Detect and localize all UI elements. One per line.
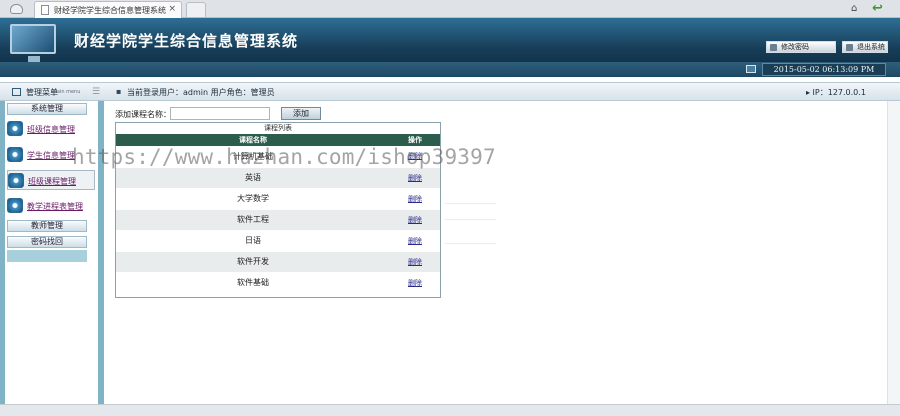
sidebar-item-label: 班级信息管理 xyxy=(27,125,75,134)
screen-icon xyxy=(746,65,756,73)
vertical-scrollbar[interactable] xyxy=(887,101,900,404)
course-name-cell: 软件开发 xyxy=(116,251,390,273)
course-name-input[interactable] xyxy=(170,107,270,120)
operation-cell: 删除 xyxy=(390,209,440,231)
exit-icon xyxy=(846,44,853,51)
delete-link[interactable]: 删除 xyxy=(408,258,422,266)
menu-icon xyxy=(12,88,21,96)
menu-subtitle: main menu xyxy=(52,89,81,95)
document-icon xyxy=(7,121,23,136)
gear-icon xyxy=(7,198,23,213)
gear-icon xyxy=(8,173,24,188)
delete-link[interactable]: 删除 xyxy=(408,279,422,287)
course-name-cell: 软件基础 xyxy=(116,272,390,294)
table-row: 软件工程 删除 xyxy=(116,209,440,231)
delete-link[interactable]: 删除 xyxy=(408,237,422,245)
divider xyxy=(444,203,496,204)
change-password-label: 修改密码 xyxy=(781,43,809,51)
monitor-logo-icon xyxy=(10,24,56,62)
sidebar-section-system[interactable]: 系统管理 xyxy=(7,103,87,115)
delete-link[interactable]: 删除 xyxy=(408,195,422,203)
add-course-label: 添加课程名称： xyxy=(115,110,171,119)
key-icon xyxy=(770,44,777,51)
bullet-icon: ▪ xyxy=(116,87,122,96)
sidebar-item-label: 教学进程表管理 xyxy=(27,202,83,211)
ip-address: ▸ IP：127.0.0.1 xyxy=(806,88,866,97)
table-row: 软件基础 删除 xyxy=(116,272,440,294)
date-bar: 2015-05-02 06:13:09 PM xyxy=(0,62,900,77)
tab-close-icon[interactable]: × xyxy=(168,4,176,14)
table-row: 软件开发 删除 xyxy=(116,251,440,273)
sidebar-footer xyxy=(7,250,87,262)
browser-menu-icon[interactable] xyxy=(10,4,23,14)
operation-cell: 删除 xyxy=(390,251,440,273)
back-icon[interactable]: ↩ xyxy=(872,1,883,16)
logout-button[interactable]: 退出系统 xyxy=(842,41,888,53)
operation-cell: 删除 xyxy=(390,272,440,294)
sidebar-section-teacher[interactable]: 教师管理 xyxy=(7,220,87,232)
table-row: 英语 删除 xyxy=(116,167,440,189)
course-list-caption: 课程列表 xyxy=(264,124,292,132)
operation-cell: 删除 xyxy=(390,167,440,189)
divider xyxy=(444,219,496,220)
logout-label: 退出系统 xyxy=(857,43,885,51)
sidebar-item-label: 班级课程管理 xyxy=(28,177,76,186)
operation-cell: 删除 xyxy=(390,188,440,210)
table-row: 日语 删除 xyxy=(116,230,440,252)
change-password-button[interactable]: 修改密码 xyxy=(766,41,836,53)
divider xyxy=(444,243,496,244)
browser-tab[interactable]: 财经学院学生综合信息管理系统 × xyxy=(34,1,182,18)
course-name-cell: 英语 xyxy=(116,167,390,189)
system-title: 财经学院学生综合信息管理系统 xyxy=(74,32,299,50)
course-name-cell: 大学数学 xyxy=(116,188,390,210)
app-header: 财经学院学生综合信息管理系统 修改密码 退出系统 xyxy=(0,18,900,62)
new-tab-button[interactable] xyxy=(186,2,206,17)
sidebar-item-teaching-schedule[interactable]: 教学进程表管理 xyxy=(7,196,95,216)
status-bar xyxy=(0,404,900,416)
tab-title: 财经学院学生综合信息管理系统 xyxy=(54,6,166,15)
menu-bar: 管理菜单 main menu ☰ ▪ 当前登录用户：admin 用户角色：管理员… xyxy=(0,82,900,101)
delete-link[interactable]: 删除 xyxy=(408,174,422,182)
course-name-cell: 日语 xyxy=(116,230,390,252)
delete-link[interactable]: 删除 xyxy=(408,216,422,224)
sidebar-item-class-info[interactable]: 班级信息管理 xyxy=(7,119,95,139)
add-button[interactable]: 添加 xyxy=(281,107,321,120)
home-icon[interactable]: ⌂ xyxy=(851,3,857,14)
sidebar-section-password[interactable]: 密码找回 xyxy=(7,236,87,248)
course-name-cell: 软件工程 xyxy=(116,209,390,231)
gear-icon xyxy=(7,147,23,162)
browser-tabbar: 财经学院学生综合信息管理系统 × ⌂ ↩ xyxy=(0,0,900,18)
sidebar-item-class-course[interactable]: 班级课程管理 xyxy=(7,170,95,190)
menu-toggle-icon[interactable]: ☰ xyxy=(92,87,100,97)
datetime-display: 2015-05-02 06:13:09 PM xyxy=(762,63,886,76)
page-icon xyxy=(41,5,49,15)
sidebar-item-label: 学生信息管理 xyxy=(27,151,75,160)
operation-cell: 删除 xyxy=(390,230,440,252)
table-row: 大学数学 删除 xyxy=(116,188,440,210)
current-user-info: 当前登录用户：admin 用户角色：管理员 xyxy=(127,88,275,97)
watermark-text: https://www.huzhan.com/ishop39397 xyxy=(72,145,496,169)
